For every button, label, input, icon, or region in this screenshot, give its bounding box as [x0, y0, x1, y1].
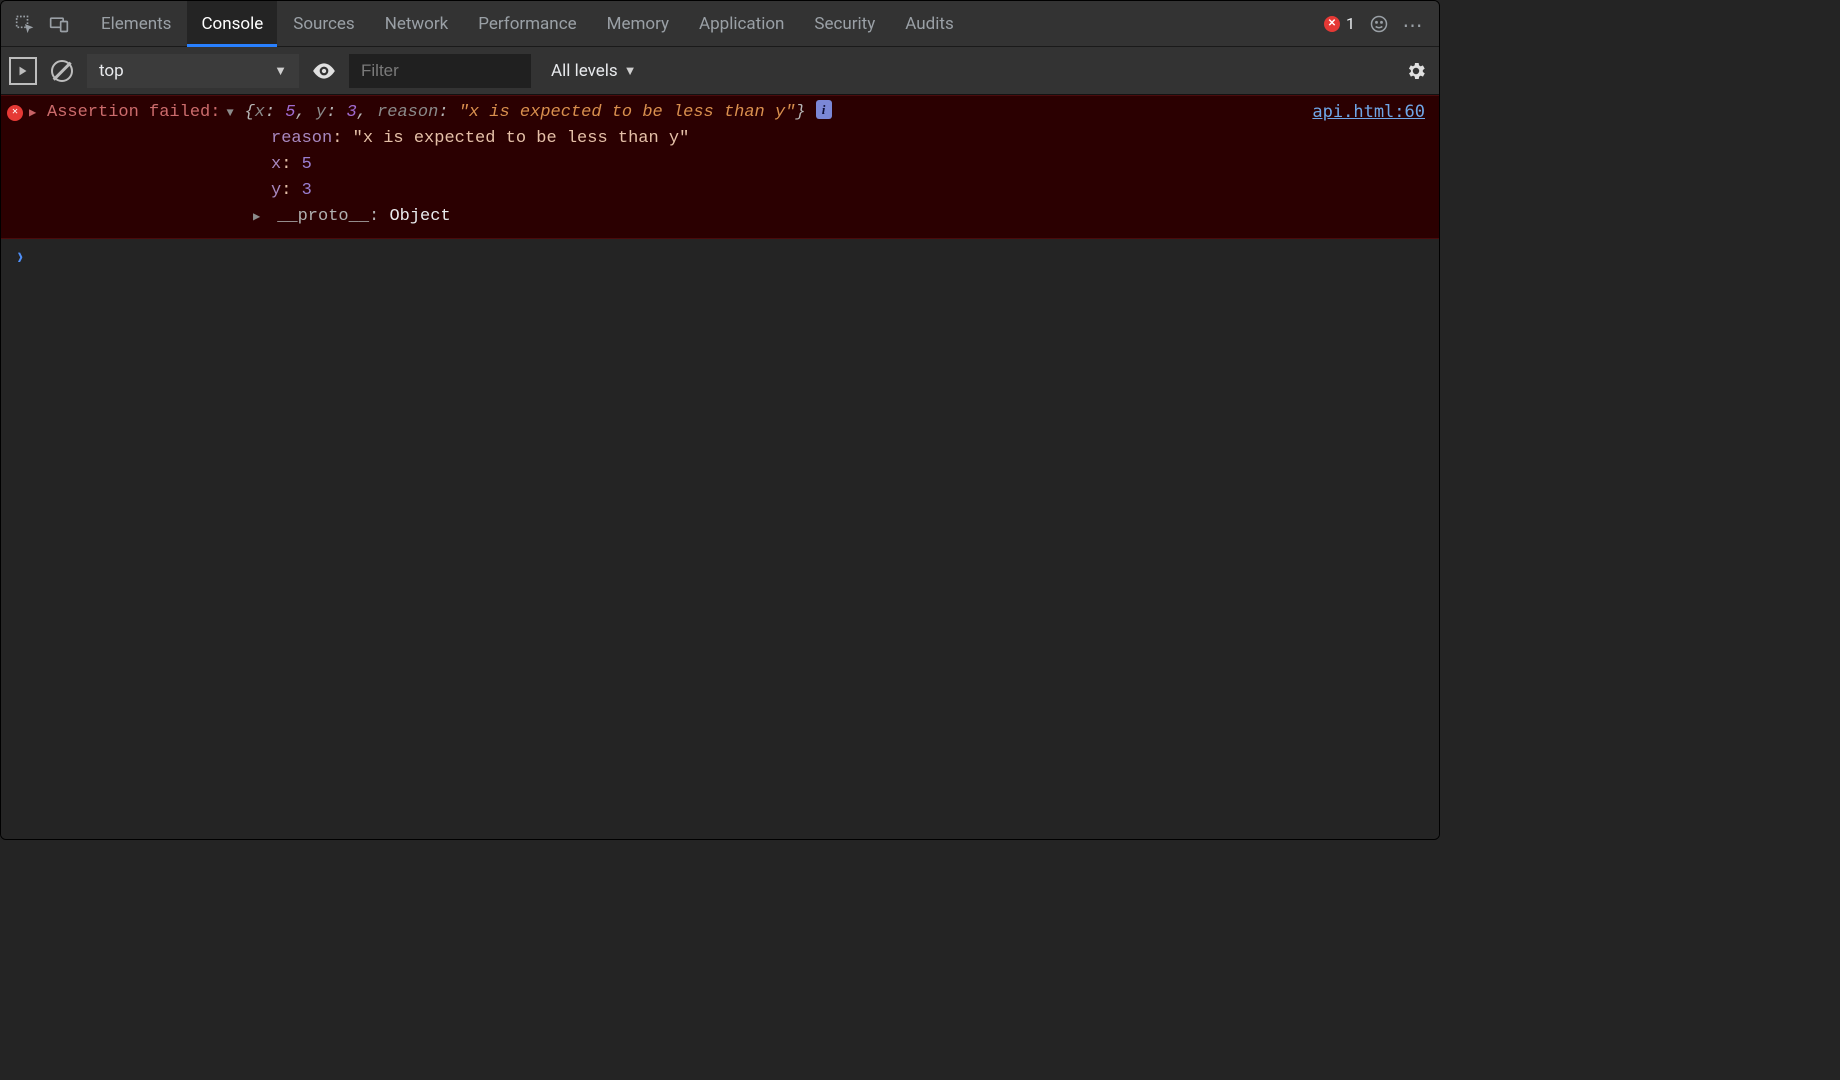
tab-application[interactable]: Application — [685, 1, 798, 47]
info-badge-icon[interactable]: i — [816, 100, 832, 119]
error-count-badge[interactable]: 1 — [1324, 14, 1355, 33]
object-proto-row[interactable]: ▶ __proto__: Object — [7, 204, 1433, 230]
console-toolbar: top ▼ All levels ▼ — [1, 47, 1439, 95]
assertion-label: Assertion failed: — [47, 100, 220, 126]
console-settings-icon[interactable] — [1401, 56, 1431, 86]
tab-security[interactable]: Security — [800, 1, 889, 47]
execution-context-value: top — [99, 61, 124, 81]
tab-elements[interactable]: Elements — [87, 1, 185, 47]
object-property-row[interactable]: x: 5 — [7, 152, 1433, 178]
prompt-caret-icon: › — [15, 245, 25, 272]
expand-triangle-icon[interactable]: ▶ — [253, 204, 267, 230]
error-count-value: 1 — [1346, 14, 1355, 33]
logged-object-preview[interactable]: {x: 5, y: 3, reason: "x is expected to b… — [244, 100, 805, 126]
console-messages: api.html:60 ▶ Assertion failed: ▼ {x: 5,… — [1, 95, 1439, 839]
clear-console-icon[interactable] — [51, 60, 73, 82]
filter-input[interactable] — [349, 54, 531, 88]
source-link[interactable]: api.html:60 — [1312, 102, 1425, 122]
chevron-down-icon: ▼ — [624, 63, 637, 79]
live-expression-icon[interactable] — [309, 56, 339, 86]
execution-context-select[interactable]: top ▼ — [87, 54, 299, 88]
console-input-prompt[interactable]: › — [1, 239, 1439, 839]
more-menu-icon[interactable]: ⋯ — [1397, 11, 1431, 37]
tab-network[interactable]: Network — [371, 1, 463, 47]
error-icon — [7, 105, 23, 121]
tab-performance[interactable]: Performance — [464, 1, 590, 47]
device-toolbar-icon[interactable] — [43, 8, 75, 40]
devtools-tabbar: Elements Console Sources Network Perform… — [1, 1, 1439, 47]
log-levels-select[interactable]: All levels ▼ — [541, 54, 647, 88]
tab-memory[interactable]: Memory — [593, 1, 683, 47]
devtools-window: Elements Console Sources Network Perform… — [0, 0, 1440, 840]
inspect-element-icon[interactable] — [9, 8, 41, 40]
assertion-summary-row: ▶ Assertion failed: ▼ {x: 5, y: 3, reaso… — [7, 100, 1433, 126]
tab-console[interactable]: Console — [187, 1, 277, 47]
expand-triangle-icon[interactable]: ▶ — [29, 100, 41, 126]
tab-sources[interactable]: Sources — [279, 1, 368, 47]
error-icon — [1324, 16, 1340, 32]
console-error-message[interactable]: api.html:60 ▶ Assertion failed: ▼ {x: 5,… — [1, 95, 1439, 239]
object-collapse-triangle-icon[interactable]: ▼ — [226, 100, 238, 126]
feedback-smiley-icon[interactable] — [1363, 8, 1395, 40]
object-property-row[interactable]: y: 3 — [7, 178, 1433, 204]
toggle-console-sidebar-icon[interactable] — [9, 57, 37, 85]
log-levels-label: All levels — [551, 61, 618, 81]
tab-audits[interactable]: Audits — [891, 1, 967, 47]
object-property-row[interactable]: reason: "x is expected to be less than y… — [7, 126, 1433, 152]
chevron-down-icon: ▼ — [274, 63, 287, 79]
